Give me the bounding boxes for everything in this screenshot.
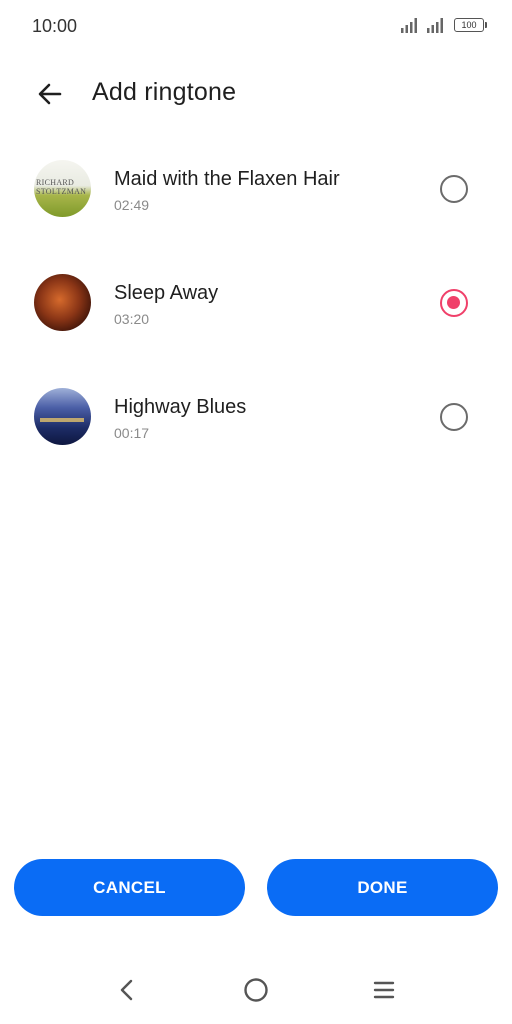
ringtone-list: RICHARD STOLTZMAN Maid with the Flaxen Ha…: [0, 132, 512, 474]
arrow-left-icon: [38, 83, 62, 105]
status-icons: 100: [400, 17, 487, 33]
radio-button-unchecked[interactable]: [440, 403, 468, 431]
cancel-button[interactable]: CANCEL: [14, 859, 245, 916]
chevron-left-icon: [120, 979, 133, 1001]
ringtone-item[interactable]: Sleep Away 03:20: [0, 246, 512, 360]
nav-back-button[interactable]: [107, 970, 147, 1010]
ringtone-duration: 02:49: [114, 197, 150, 213]
circle-home-icon: [244, 978, 268, 1002]
ringtone-item[interactable]: Highway Blues 00:17: [0, 360, 512, 474]
nav-home-button[interactable]: [236, 970, 276, 1010]
battery-icon: 100: [454, 18, 487, 32]
nav-menu-button[interactable]: [364, 970, 404, 1010]
album-art: RICHARD STOLTZMAN: [34, 160, 91, 217]
page-title: Add ringtone: [92, 78, 237, 106]
radio-button-checked[interactable]: [440, 289, 468, 317]
battery-level: 100: [461, 20, 477, 30]
radio-button-unchecked[interactable]: [440, 175, 468, 203]
status-bar: 10:00 100: [0, 0, 512, 52]
done-button[interactable]: DONE: [267, 859, 498, 916]
ringtone-item[interactable]: RICHARD STOLTZMAN Maid with the Flaxen Ha…: [0, 132, 512, 246]
ringtone-title: Sleep Away: [114, 282, 219, 304]
app-bar: Add ringtone: [0, 60, 512, 128]
signal-icon-2: [427, 18, 443, 33]
album-art: [34, 274, 91, 331]
back-button[interactable]: [30, 74, 70, 114]
ringtone-duration: 00:17: [114, 425, 150, 441]
signal-icon: [401, 18, 417, 33]
status-time: 10:00: [32, 16, 78, 36]
system-nav-bar: [0, 960, 512, 1024]
ringtone-duration: 03:20: [114, 311, 150, 327]
hamburger-menu-icon: [373, 981, 395, 999]
ringtone-title: Highway Blues: [114, 396, 247, 418]
album-art: [34, 388, 91, 445]
ringtone-title: Maid with the Flaxen Hair: [114, 168, 340, 190]
